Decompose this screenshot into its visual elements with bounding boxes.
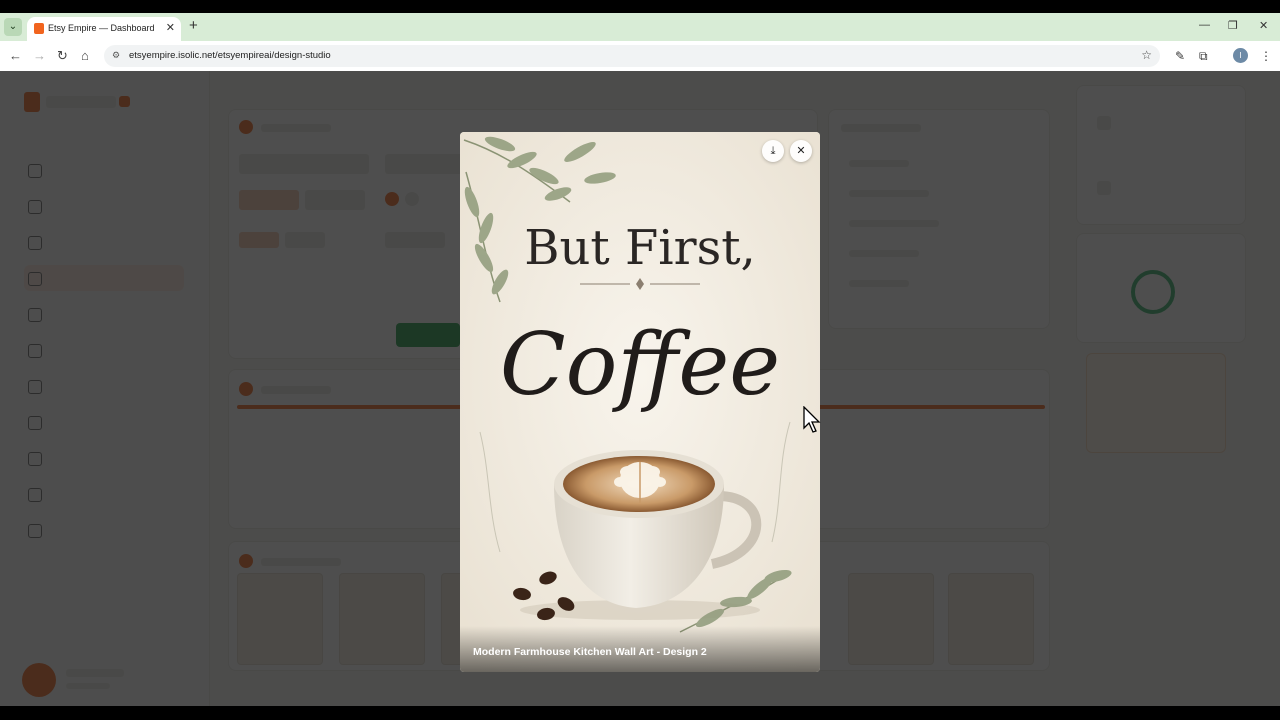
profile-avatar[interactable]: I xyxy=(1233,48,1248,63)
site-settings-icon[interactable]: ⚙ xyxy=(112,50,120,61)
new-tab-icon[interactable]: + xyxy=(189,18,198,34)
back-icon[interactable]: ← xyxy=(9,48,22,64)
tab-search-icon[interactable]: ⌄ xyxy=(4,18,22,36)
bookmark-star-icon[interactable]: ☆ xyxy=(1141,48,1152,62)
mouse-cursor-icon xyxy=(803,406,821,433)
url-text: etsyempire.isolic.net/etsyempireai/desig… xyxy=(129,50,331,61)
browser-window: ⌄ Etsy Empire — Dashboard ✕ + — ❐ ✕ ← → … xyxy=(0,13,1280,706)
pen-icon[interactable]: ✎ xyxy=(1175,48,1185,64)
design-preview-modal: But First, Coffee ⤓ ✕ Modern Farmhouse K… xyxy=(460,132,820,672)
close-icon[interactable]: ✕ xyxy=(790,140,812,162)
tab-dashboard[interactable]: Etsy Empire — Dashboard ✕ xyxy=(27,17,181,41)
browser-menu-icon[interactable]: ⋮ xyxy=(1260,48,1272,64)
tab-close-icon[interactable]: ✕ xyxy=(166,21,175,34)
tab-strip: ⌄ Etsy Empire — Dashboard ✕ + — ❐ ✕ xyxy=(0,13,1280,41)
poster-headline: But First, xyxy=(524,220,756,276)
reload-icon[interactable]: ↻ xyxy=(57,48,68,64)
design-caption: Modern Farmhouse Kitchen Wall Art - Desi… xyxy=(473,646,707,658)
window-close-icon[interactable]: ✕ xyxy=(1259,19,1268,32)
tab-title: Etsy Empire — Dashboard xyxy=(48,23,155,33)
restore-icon[interactable]: ❐ xyxy=(1228,19,1238,32)
home-icon[interactable]: ⌂ xyxy=(81,48,89,64)
address-bar[interactable]: ⚙ etsyempire.isolic.net/etsyempireai/des… xyxy=(104,45,1160,67)
poster-script-word: Coffee xyxy=(500,315,780,415)
browser-toolbar: ← → ↻ ⌂ ⚙ etsyempire.isolic.net/etsyempi… xyxy=(0,41,1280,71)
etsy-favicon-icon xyxy=(34,23,44,34)
download-icon[interactable]: ⤓ xyxy=(762,140,784,162)
forward-icon[interactable]: → xyxy=(33,48,46,64)
minimize-icon[interactable]: — xyxy=(1199,19,1210,31)
poster-artwork: But First, Coffee xyxy=(460,132,820,672)
extensions-icon[interactable]: ⧉ xyxy=(1199,48,1208,64)
